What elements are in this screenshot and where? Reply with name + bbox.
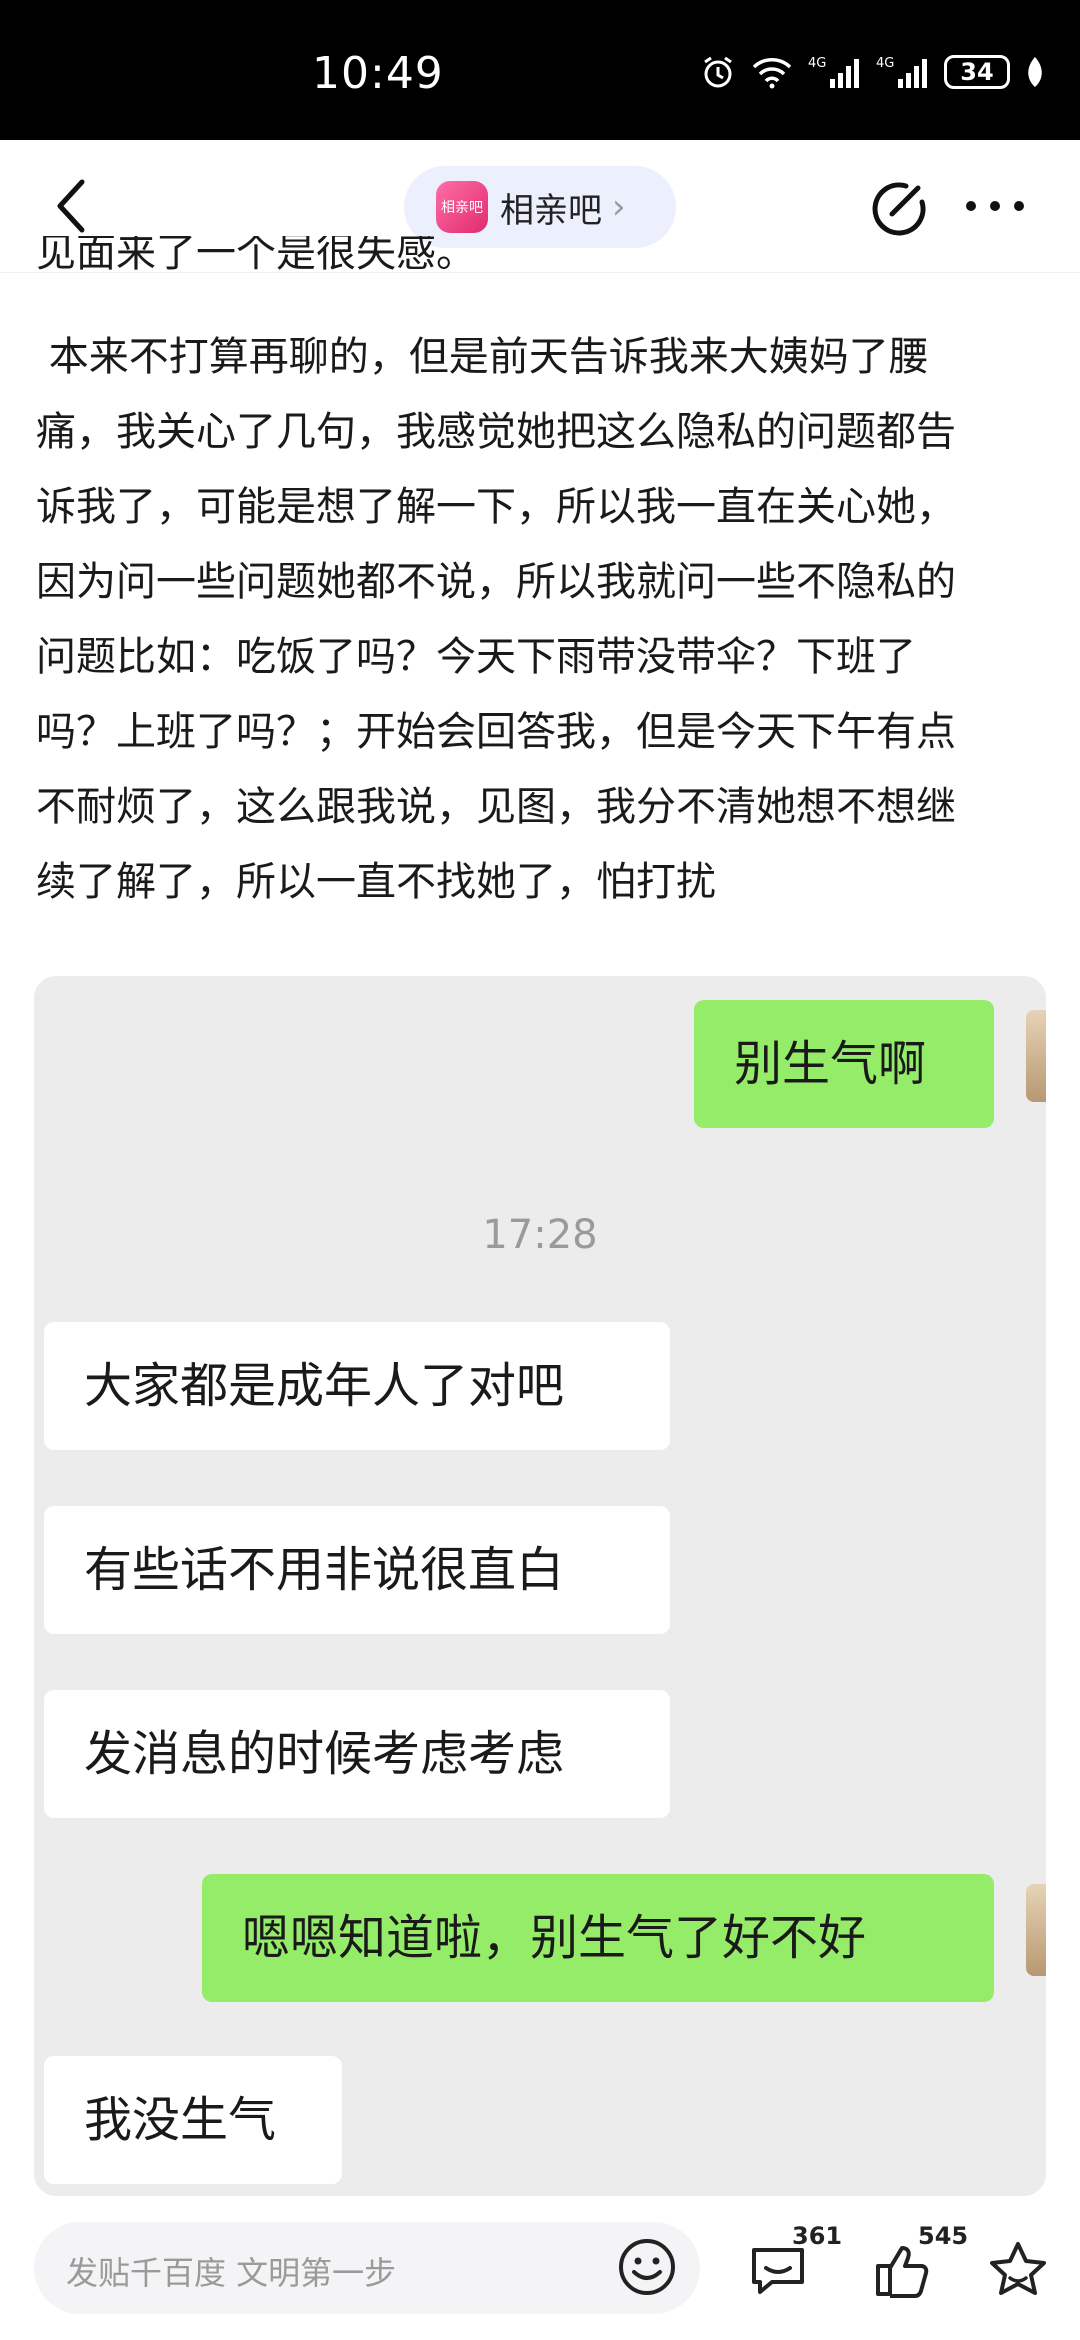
chat-bubble-received: 有些话不用非说很直白 (44, 1506, 670, 1634)
signal-icon: 4G (876, 56, 927, 88)
status-bar: 10:49 4G 4G 34 (0, 0, 1080, 140)
post-line: 因为问一些问题她都不说，所以我就问一些不隐私的 (36, 559, 956, 605)
chat-screenshot-image[interactable]: 别生气啊 17:28 大家都是成年人了对吧 有些话不用非说很直白 发消息的时候考… (34, 976, 1046, 2196)
leaf-icon (1028, 57, 1042, 87)
post-line: 问题比如：吃饭了吗？今天下雨带没带伞？下班了 (36, 634, 916, 680)
bottom-bar: 发贴千百度 文明第一步 361 545 (0, 2196, 1080, 2340)
post-body: 本来不打算再聊的，但是前天告诉我来大姨妈了腰 痛，我关心了几句，我感觉她把这么隐… (36, 320, 1056, 920)
post-line: 吗？上班了吗？；开始会回答我，但是今天下午有点 (36, 709, 956, 755)
alarm-icon (704, 56, 732, 88)
chat-bubble-received: 发消息的时候考虑考虑 (44, 1690, 670, 1818)
post-line: 痛，我关心了几句，我感觉她把这么隐私的问题都告 (36, 409, 956, 455)
clipped-text-line: 见面来了一个是很失感。 (36, 236, 476, 270)
back-icon[interactable] (48, 176, 96, 236)
avatar (1026, 1010, 1046, 1102)
signal-icon: 4G (808, 56, 859, 88)
chevron-right-icon: › (612, 187, 626, 227)
svg-text:4G: 4G (876, 56, 894, 71)
reply-placeholder: 发贴千百度 文明第一步 (66, 2254, 397, 2292)
post-line: 诉我了，可能是想了解一下，所以我一直在关心她， (36, 484, 956, 530)
post-line: 续了解了，所以一直不找她了，怕打扰 (36, 859, 716, 905)
battery-icon: 34 (944, 55, 1010, 89)
emoji-icon[interactable] (616, 2236, 678, 2298)
chat-timestamp: 17:28 (482, 1212, 598, 1258)
avatar (1026, 1884, 1046, 1976)
more-icon[interactable] (962, 196, 1028, 216)
reply-input[interactable]: 发贴千百度 文明第一步 (34, 2222, 700, 2314)
comment-count: 361 (792, 2222, 843, 2250)
status-icons: 4G 4G 34 (700, 54, 1046, 90)
chat-bubble-received: 我没生气 (44, 2056, 342, 2184)
status-time: 10:49 (312, 48, 444, 99)
post-line: 不耐烦了，这么跟我说，见图，我分不清她想不想继 (36, 784, 956, 830)
post-line: 本来不打算再聊的，但是前天告诉我来大姨妈了腰 (36, 334, 929, 380)
chat-bubble-sent: 嗯嗯知道啦，别生气了好不好 (202, 1874, 994, 2002)
chat-bubble-sent: 别生气啊 (694, 1000, 994, 1128)
chat-bubble-received: 大家都是成年人了对吧 (44, 1322, 670, 1450)
edit-icon[interactable] (868, 178, 928, 238)
star-icon[interactable] (986, 2238, 1050, 2302)
like-count: 545 (918, 2222, 969, 2250)
forum-name: 相亲吧 (500, 190, 602, 231)
svg-text:4G: 4G (808, 56, 826, 71)
forum-avatar: 相亲吧 (436, 181, 488, 233)
wifi-icon (752, 58, 792, 89)
